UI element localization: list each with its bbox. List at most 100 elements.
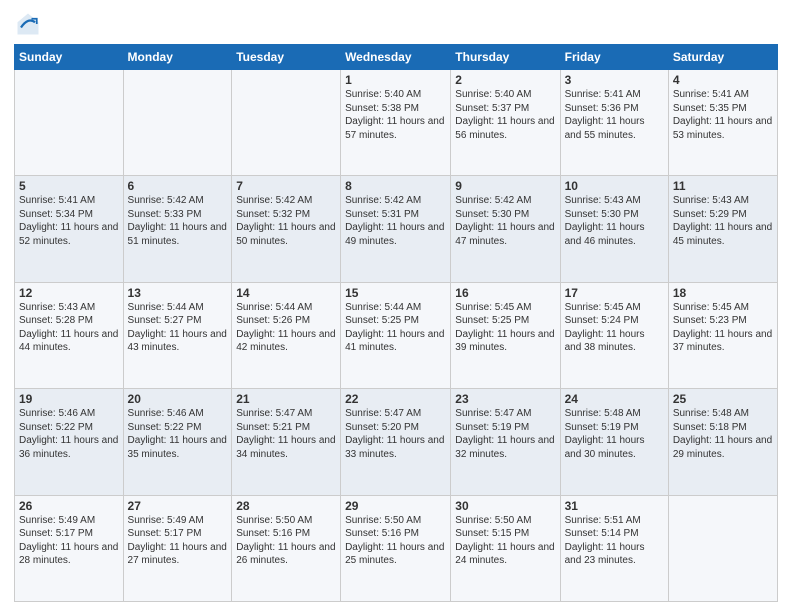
day-number: 9 [455,179,555,193]
day-info: Sunrise: 5:43 AMSunset: 5:30 PMDaylight:… [565,195,645,247]
weekday-header-friday: Friday [560,45,668,70]
day-info: Sunrise: 5:46 AMSunset: 5:22 PMDaylight:… [128,408,227,460]
day-info: Sunrise: 5:50 AMSunset: 5:16 PMDaylight:… [345,515,444,567]
day-number: 16 [455,286,555,300]
day-info: Sunrise: 5:40 AMSunset: 5:38 PMDaylight:… [345,89,444,141]
header [14,10,778,38]
day-number: 20 [128,392,228,406]
day-number: 4 [673,73,773,87]
day-number: 13 [128,286,228,300]
day-info: Sunrise: 5:46 AMSunset: 5:22 PMDaylight:… [19,408,118,460]
day-number: 11 [673,179,773,193]
calendar-cell [668,495,777,601]
calendar-cell: 26 Sunrise: 5:49 AMSunset: 5:17 PMDayligh… [15,495,124,601]
weekday-header-saturday: Saturday [668,45,777,70]
day-info: Sunrise: 5:48 AMSunset: 5:18 PMDaylight:… [673,408,772,460]
day-info: Sunrise: 5:49 AMSunset: 5:17 PMDaylight:… [128,515,227,567]
calendar-cell: 10 Sunrise: 5:43 AMSunset: 5:30 PMDayligh… [560,176,668,282]
day-info: Sunrise: 5:50 AMSunset: 5:15 PMDaylight:… [455,515,554,567]
day-number: 17 [565,286,664,300]
day-info: Sunrise: 5:41 AMSunset: 5:36 PMDaylight:… [565,89,645,141]
weekday-header-sunday: Sunday [15,45,124,70]
calendar-cell: 8 Sunrise: 5:42 AMSunset: 5:31 PMDaylight… [341,176,451,282]
weekday-header-monday: Monday [123,45,232,70]
calendar-cell: 27 Sunrise: 5:49 AMSunset: 5:17 PMDayligh… [123,495,232,601]
calendar-cell: 31 Sunrise: 5:51 AMSunset: 5:14 PMDayligh… [560,495,668,601]
calendar-cell: 12Sunrise: 5:43 AMSunset: 5:28 PMDayligh… [15,282,124,388]
calendar-cell: 7 Sunrise: 5:42 AMSunset: 5:32 PMDaylight… [232,176,341,282]
weekday-header-wednesday: Wednesday [341,45,451,70]
calendar-cell: 11 Sunrise: 5:43 AMSunset: 5:29 PMDayligh… [668,176,777,282]
calendar-cell: 15 Sunrise: 5:44 AMSunset: 5:25 PMDayligh… [341,282,451,388]
calendar-cell: 22Sunrise: 5:47 AMSunset: 5:20 PMDayligh… [341,389,451,495]
day-info: Sunrise: 5:44 AMSunset: 5:27 PMDaylight:… [128,302,227,354]
day-number: 14 [236,286,336,300]
calendar-table: SundayMondayTuesdayWednesdayThursdayFrid… [14,44,778,602]
week-row-2: 5 Sunrise: 5:41 AMSunset: 5:34 PMDaylight… [15,176,778,282]
calendar-cell: 4 Sunrise: 5:41 AMSunset: 5:35 PMDaylight… [668,70,777,176]
page: SundayMondayTuesdayWednesdayThursdayFrid… [0,0,792,612]
day-info: Sunrise: 5:43 AMSunset: 5:28 PMDaylight:… [19,302,118,354]
day-info: Sunrise: 5:48 AMSunset: 5:19 PMDaylight:… [565,408,645,460]
calendar-cell: 9 Sunrise: 5:42 AMSunset: 5:30 PMDaylight… [451,176,560,282]
calendar-cell [15,70,124,176]
day-info: Sunrise: 5:40 AMSunset: 5:37 PMDaylight:… [455,89,554,141]
calendar-cell [232,70,341,176]
day-info: Sunrise: 5:42 AMSunset: 5:30 PMDaylight:… [455,195,554,247]
day-info: Sunrise: 5:44 AMSunset: 5:26 PMDaylight:… [236,302,335,354]
day-number: 25 [673,392,773,406]
calendar-cell: 2Sunrise: 5:40 AMSunset: 5:37 PMDaylight… [451,70,560,176]
day-info: Sunrise: 5:42 AMSunset: 5:31 PMDaylight:… [345,195,444,247]
calendar-cell: 14 Sunrise: 5:44 AMSunset: 5:26 PMDayligh… [232,282,341,388]
day-number: 7 [236,179,336,193]
day-number: 26 [19,499,119,513]
day-info: Sunrise: 5:45 AMSunset: 5:23 PMDaylight:… [673,302,772,354]
calendar-cell: 29 Sunrise: 5:50 AMSunset: 5:16 PMDayligh… [341,495,451,601]
calendar-cell: 28Sunrise: 5:50 AMSunset: 5:16 PMDayligh… [232,495,341,601]
day-info: Sunrise: 5:50 AMSunset: 5:16 PMDaylight:… [236,515,335,567]
calendar-cell: 21 Sunrise: 5:47 AMSunset: 5:21 PMDayligh… [232,389,341,495]
day-info: Sunrise: 5:47 AMSunset: 5:19 PMDaylight:… [455,408,554,460]
day-info: Sunrise: 5:47 AMSunset: 5:21 PMDaylight:… [236,408,335,460]
week-row-5: 26 Sunrise: 5:49 AMSunset: 5:17 PMDayligh… [15,495,778,601]
day-number: 30 [455,499,555,513]
calendar-cell: 13 Sunrise: 5:44 AMSunset: 5:27 PMDayligh… [123,282,232,388]
calendar-cell: 17 Sunrise: 5:45 AMSunset: 5:24 PMDayligh… [560,282,668,388]
day-info: Sunrise: 5:42 AMSunset: 5:32 PMDaylight:… [236,195,335,247]
day-number: 24 [565,392,664,406]
day-number: 21 [236,392,336,406]
calendar-cell: 30 Sunrise: 5:50 AMSunset: 5:15 PMDayligh… [451,495,560,601]
calendar-cell: 25 Sunrise: 5:48 AMSunset: 5:18 PMDayligh… [668,389,777,495]
calendar-cell: 5 Sunrise: 5:41 AMSunset: 5:34 PMDaylight… [15,176,124,282]
calendar-cell: 18Sunrise: 5:45 AMSunset: 5:23 PMDayligh… [668,282,777,388]
day-info: Sunrise: 5:49 AMSunset: 5:17 PMDaylight:… [19,515,118,567]
day-number: 22 [345,392,446,406]
day-number: 10 [565,179,664,193]
logo [14,10,46,38]
day-number: 8 [345,179,446,193]
calendar-cell: 6Sunrise: 5:42 AMSunset: 5:33 PMDaylight… [123,176,232,282]
day-info: Sunrise: 5:43 AMSunset: 5:29 PMDaylight:… [673,195,772,247]
calendar-cell: 20 Sunrise: 5:46 AMSunset: 5:22 PMDayligh… [123,389,232,495]
day-number: 3 [565,73,664,87]
day-info: Sunrise: 5:44 AMSunset: 5:25 PMDaylight:… [345,302,444,354]
day-number: 29 [345,499,446,513]
calendar-cell: 1 Sunrise: 5:40 AMSunset: 5:38 PMDaylight… [341,70,451,176]
weekday-header-row: SundayMondayTuesdayWednesdayThursdayFrid… [15,45,778,70]
day-info: Sunrise: 5:41 AMSunset: 5:34 PMDaylight:… [19,195,118,247]
day-info: Sunrise: 5:51 AMSunset: 5:14 PMDaylight:… [565,515,645,567]
calendar-cell: 16Sunrise: 5:45 AMSunset: 5:25 PMDayligh… [451,282,560,388]
day-number: 5 [19,179,119,193]
day-number: 27 [128,499,228,513]
week-row-1: 1 Sunrise: 5:40 AMSunset: 5:38 PMDaylight… [15,70,778,176]
day-info: Sunrise: 5:41 AMSunset: 5:35 PMDaylight:… [673,89,772,141]
day-number: 15 [345,286,446,300]
day-number: 31 [565,499,664,513]
day-info: Sunrise: 5:45 AMSunset: 5:24 PMDaylight:… [565,302,645,354]
weekday-header-tuesday: Tuesday [232,45,341,70]
day-number: 1 [345,73,446,87]
day-info: Sunrise: 5:42 AMSunset: 5:33 PMDaylight:… [128,195,227,247]
week-row-3: 12Sunrise: 5:43 AMSunset: 5:28 PMDayligh… [15,282,778,388]
calendar-cell: 3 Sunrise: 5:41 AMSunset: 5:36 PMDaylight… [560,70,668,176]
weekday-header-thursday: Thursday [451,45,560,70]
